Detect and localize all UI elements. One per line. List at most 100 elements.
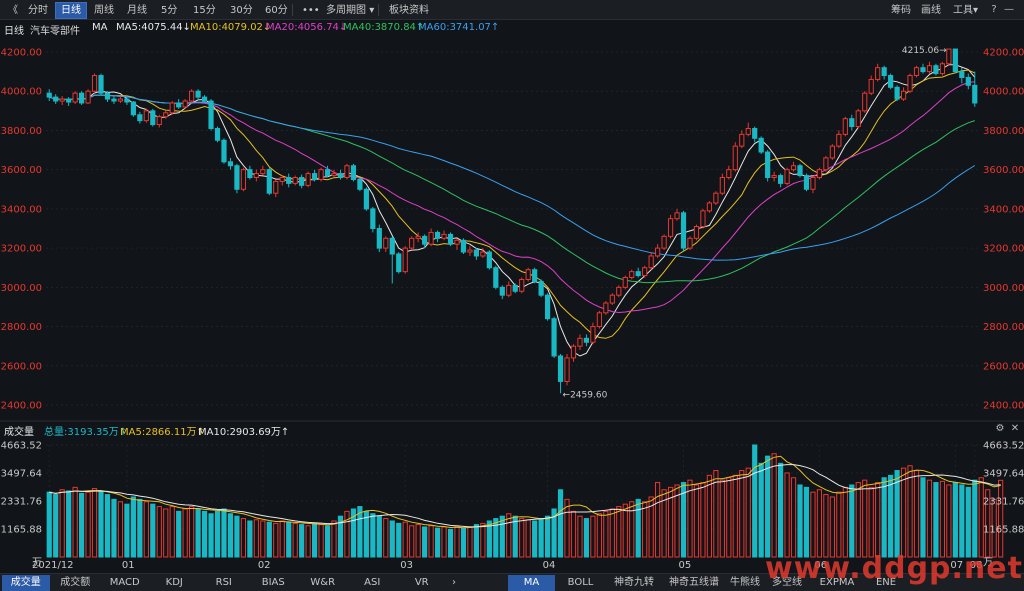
- tab---0[interactable]: 成交量: [2, 575, 50, 591]
- volume-bar: [91, 488, 98, 558]
- volume-bar: [583, 518, 590, 558]
- candle-up: [939, 63, 946, 75]
- volume-bar: [532, 520, 538, 558]
- volume-bar: [790, 477, 797, 558]
- candle-up: [59, 98, 65, 102]
- candle-up: [629, 271, 635, 279]
- candle-up: [156, 116, 162, 126]
- volume-bar: [713, 470, 719, 558]
- candle-up: [603, 302, 609, 314]
- tab-5min[interactable]: 5分: [155, 2, 183, 19]
- help-icon[interactable]: ?: [988, 4, 1000, 16]
- tab-w-r-6[interactable]: W&R: [299, 575, 347, 591]
- volume-bar: [454, 525, 460, 558]
- tab-intraday[interactable]: 分时: [22, 2, 54, 19]
- volume-bar: [227, 513, 234, 558]
- volume-bar: [137, 498, 143, 558]
- candle-down: [299, 177, 305, 186]
- tools-button[interactable]: 工具▾: [947, 2, 984, 19]
- volume-bar: [493, 518, 499, 558]
- volume-bar: [389, 520, 395, 558]
- tab-right-1[interactable]: BOLL: [557, 575, 604, 591]
- volume-bar: [234, 515, 240, 558]
- candle-down: [176, 102, 182, 108]
- volume-bar: [784, 472, 790, 558]
- volume-bar: [900, 467, 907, 558]
- candle-down: [635, 271, 641, 277]
- multi-period-button[interactable]: 多周期图 ▾: [320, 2, 380, 19]
- volume-bar: [765, 455, 771, 558]
- tab-right-3[interactable]: 神奇五线谱: [664, 575, 724, 591]
- chart-canvas[interactable]: 4200.00 4200.00 4000.00 4000.00 3800.00 3800.…: [0, 36, 1024, 573]
- volume-bar: [998, 479, 1004, 558]
- x-tick-label: 01: [122, 560, 135, 571]
- tab-vr-8[interactable]: VR: [398, 575, 446, 591]
- chips-button[interactable]: 筹码: [885, 2, 917, 19]
- candle-down: [920, 67, 926, 73]
- candle-up: [577, 337, 583, 347]
- candle-down: [46, 92, 52, 98]
- candle-down: [952, 48, 958, 73]
- minimize-icon[interactable]: —: [1003, 4, 1015, 16]
- volume-bar: [480, 522, 486, 558]
- tab-30min[interactable]: 30分: [224, 2, 259, 19]
- candle-up: [739, 133, 745, 147]
- candle-up: [189, 90, 195, 102]
- volume-bar: [881, 477, 887, 558]
- volume-bar: [260, 520, 266, 558]
- volume-bar: [544, 515, 551, 558]
- volume-tick-right: 3497.64: [983, 469, 1024, 480]
- tab-macd-2[interactable]: MACD: [101, 575, 149, 591]
- tab-right-2[interactable]: 神奇九转: [606, 575, 662, 591]
- back-icon[interactable]: 《: [2, 2, 24, 19]
- tab-rsi-4[interactable]: RSI: [200, 575, 248, 591]
- tab-60min[interactable]: 60分: [259, 2, 294, 19]
- price-tick-left: 3800.00: [1, 126, 42, 137]
- price-tick-right: 3400.00: [983, 204, 1024, 215]
- tab-asi-7[interactable]: ASI: [349, 575, 397, 591]
- candle-up: [292, 177, 298, 184]
- volume-bar: [376, 515, 382, 558]
- candle-down: [104, 92, 111, 100]
- candle-up: [745, 127, 751, 135]
- candle-up: [253, 173, 259, 179]
- tab-weekly[interactable]: 周线: [88, 2, 120, 19]
- tab-15min[interactable]: 15分: [187, 2, 222, 19]
- price-tick-right: 4000.00: [983, 87, 1024, 98]
- tab-daily[interactable]: 日线: [55, 2, 87, 19]
- volume-bar: [124, 503, 130, 558]
- candle-down: [137, 114, 143, 122]
- ma-label[interactable]: MA: [92, 22, 107, 33]
- tab-scroll-right-icon[interactable]: ›: [447, 575, 461, 591]
- tab---1[interactable]: 成交额: [52, 575, 100, 591]
- tab-right-4[interactable]: 牛熊线: [726, 575, 764, 591]
- volume-bar: [777, 462, 784, 558]
- volume-bar: [655, 482, 661, 558]
- volume-bar: [266, 521, 272, 558]
- candle-up: [784, 169, 790, 184]
- sector-name: 汽车零部件: [30, 26, 80, 37]
- price-tick-left: 2400.00: [1, 401, 42, 412]
- tab-monthly[interactable]: 月线: [121, 2, 153, 19]
- candle-down: [363, 188, 369, 210]
- volume-bar: [460, 527, 467, 558]
- tab-right-0[interactable]: MA: [508, 575, 555, 591]
- candle-down: [389, 237, 395, 255]
- volume-bar: [318, 524, 324, 558]
- candle-down: [376, 228, 382, 249]
- tab-bias-5[interactable]: BIAS: [250, 575, 298, 591]
- volume-bar: [538, 518, 544, 558]
- candle-down: [758, 137, 764, 153]
- draw-button[interactable]: 画线: [915, 2, 947, 19]
- candle-down: [324, 169, 331, 177]
- candle-up: [72, 92, 78, 103]
- candle-down: [486, 251, 492, 269]
- volume-bar: [616, 506, 622, 558]
- volume-bar: [855, 482, 861, 558]
- candle-up: [667, 218, 674, 237]
- sector-info-button[interactable]: 板块资料: [383, 2, 435, 19]
- volume-bar: [842, 486, 848, 558]
- tab-kdj-3[interactable]: KDJ: [151, 575, 199, 591]
- price-tick-right: 2800.00: [983, 322, 1024, 333]
- candle-down: [544, 294, 551, 320]
